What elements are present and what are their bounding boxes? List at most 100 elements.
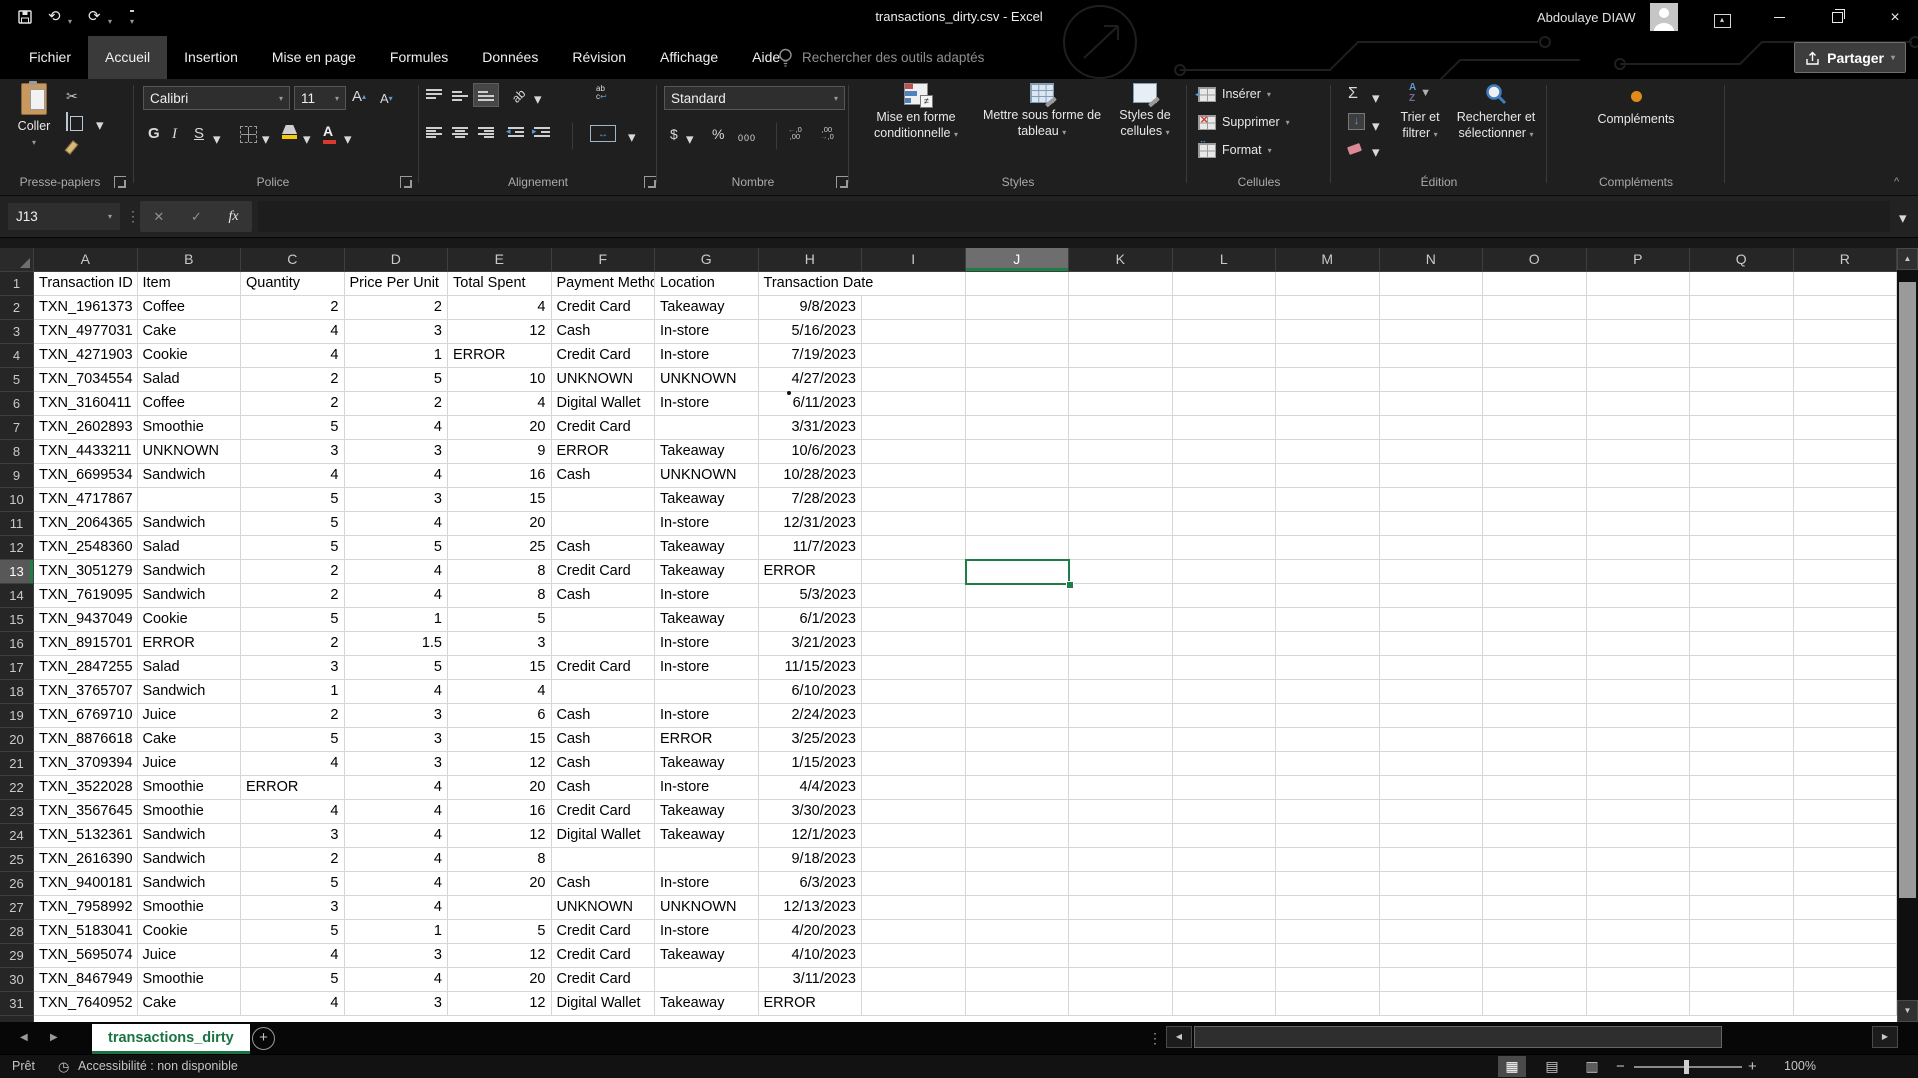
grid-cell[interactable] [966,488,1070,512]
row-header-13[interactable]: 13 [0,560,34,584]
grid-cell[interactable]: Credit Card [552,944,656,968]
grid-cell[interactable] [1483,272,1587,296]
row-header-8[interactable]: 8 [0,440,34,464]
grid-cell[interactable]: TXN_7958992 [34,896,138,920]
grid-cell[interactable]: Digital Wallet [552,392,656,416]
next-sheet-icon[interactable]: ▶ [50,1022,58,1054]
grid-cell[interactable] [138,488,242,512]
column-header-G[interactable]: G [655,248,759,272]
grid-cell[interactable]: 1 [345,608,449,632]
fill-dropdown-icon[interactable]: ▾ [1372,118,1380,136]
status-accessibility[interactable]: Accessibilité : non disponible [78,1059,238,1073]
row-header-6[interactable]: 6 [0,392,34,416]
grid-cell[interactable] [1483,704,1587,728]
grid-cell[interactable]: 3/11/2023 [759,968,863,992]
grid-cell[interactable]: TXN_3160411 [34,392,138,416]
grid-cell[interactable] [1690,848,1794,872]
grid-cell[interactable] [1587,320,1691,344]
grid-cell[interactable] [1587,416,1691,440]
grid-cell[interactable] [1483,368,1587,392]
grid-cell[interactable] [1690,488,1794,512]
scroll-up-icon[interactable]: ▲ [1897,248,1918,270]
grid-cell[interactable]: 5 [241,608,345,632]
grid-cell[interactable]: Sandwich [138,680,242,704]
increase-decimal-icon[interactable]: ←,0,00 [788,126,802,140]
grid-cell[interactable] [1794,608,1898,632]
grid-cell[interactable] [966,992,1070,1016]
column-header-P[interactable]: P [1587,248,1691,272]
grid-cell[interactable] [1380,656,1484,680]
decrease-decimal-icon[interactable]: ,00→,0 [820,126,834,140]
save-icon[interactable] [18,10,32,29]
underline-dropdown-icon[interactable]: ▾ [213,131,221,149]
grid-cell[interactable] [1173,776,1277,800]
grid-cell[interactable] [1173,920,1277,944]
grid-cell[interactable]: Smoothie [138,896,242,920]
merge-dropdown-icon[interactable]: ▾ [628,129,636,147]
row-header-17[interactable]: 17 [0,656,34,680]
grid-cell[interactable] [1690,992,1794,1016]
fill-color-icon[interactable] [282,125,297,139]
grid-cell[interactable]: 4 [241,944,345,968]
grid-cell[interactable]: Cookie [138,344,242,368]
grid-cell[interactable] [552,680,656,704]
ribbon-tab-mise-en-page[interactable]: Mise en page [255,36,373,79]
grid-cell[interactable] [1173,320,1277,344]
grid-cell[interactable] [1380,392,1484,416]
increase-font-size-icon[interactable]: A▴ [352,88,366,106]
grid-cell[interactable] [1069,272,1173,296]
view-page-break-icon[interactable]: ▥ [1578,1056,1606,1077]
alignment-dialog-launcher-icon[interactable] [644,176,656,188]
grid-cell[interactable] [1794,920,1898,944]
grid-cell[interactable] [1069,488,1173,512]
grid-cell[interactable] [1380,800,1484,824]
row-header-23[interactable]: 23 [0,800,34,824]
grid-cell[interactable] [655,416,759,440]
grid-cell[interactable]: 4 [448,680,552,704]
grid-cell[interactable]: 4 [345,872,449,896]
grid-cell[interactable]: Sandwich [138,512,242,536]
number-format-select[interactable]: Standard▾ [664,86,845,110]
grid-cell[interactable] [1587,632,1691,656]
grid-cell[interactable]: 5 [241,872,345,896]
grid-cell[interactable] [1380,536,1484,560]
grid-cell[interactable] [1276,704,1380,728]
grid-cell[interactable] [1069,920,1173,944]
grid-cell[interactable] [1794,824,1898,848]
grid-cell[interactable] [1069,512,1173,536]
grid-cell[interactable]: 5 [241,920,345,944]
row-header-14[interactable]: 14 [0,584,34,608]
column-header-C[interactable]: C [241,248,345,272]
grid-cell[interactable]: TXN_2548360 [34,536,138,560]
grid-cell[interactable] [1794,872,1898,896]
align-top-icon[interactable] [426,89,442,102]
column-header-M[interactable]: M [1276,248,1380,272]
customize-quick-access-icon[interactable]: ▾ [130,10,134,31]
grid-cell[interactable] [1690,872,1794,896]
grid-cell[interactable] [1069,680,1173,704]
align-bottom-button[interactable] [474,84,498,106]
grid-cell[interactable]: 5 [345,656,449,680]
grid-cell[interactable] [1276,344,1380,368]
grid-cell[interactable] [1069,296,1173,320]
grid-cell[interactable]: 3 [345,704,449,728]
grid-cell[interactable] [1276,440,1380,464]
grid-cell[interactable] [1794,296,1898,320]
grid-cell[interactable]: In-store [655,344,759,368]
grid-cell[interactable]: 3 [241,896,345,920]
grid-cell[interactable]: Cookie [138,920,242,944]
grid-cell[interactable] [1069,632,1173,656]
column-header-O[interactable]: O [1483,248,1587,272]
row-header-29[interactable]: 29 [0,944,34,968]
zoom-out-icon[interactable]: − [1616,1058,1625,1075]
grid-cell[interactable]: Location [655,272,759,296]
grid-cell[interactable]: Cash [552,320,656,344]
grid-cell[interactable] [1380,608,1484,632]
grid-cell[interactable] [1690,656,1794,680]
grid-cell[interactable] [1483,800,1587,824]
row-header-27[interactable]: 27 [0,896,34,920]
grid-cell[interactable] [1690,416,1794,440]
grid-cell[interactable]: 4 [241,344,345,368]
grid-cell[interactable]: 6/10/2023 [759,680,863,704]
grid-cell[interactable] [862,536,966,560]
